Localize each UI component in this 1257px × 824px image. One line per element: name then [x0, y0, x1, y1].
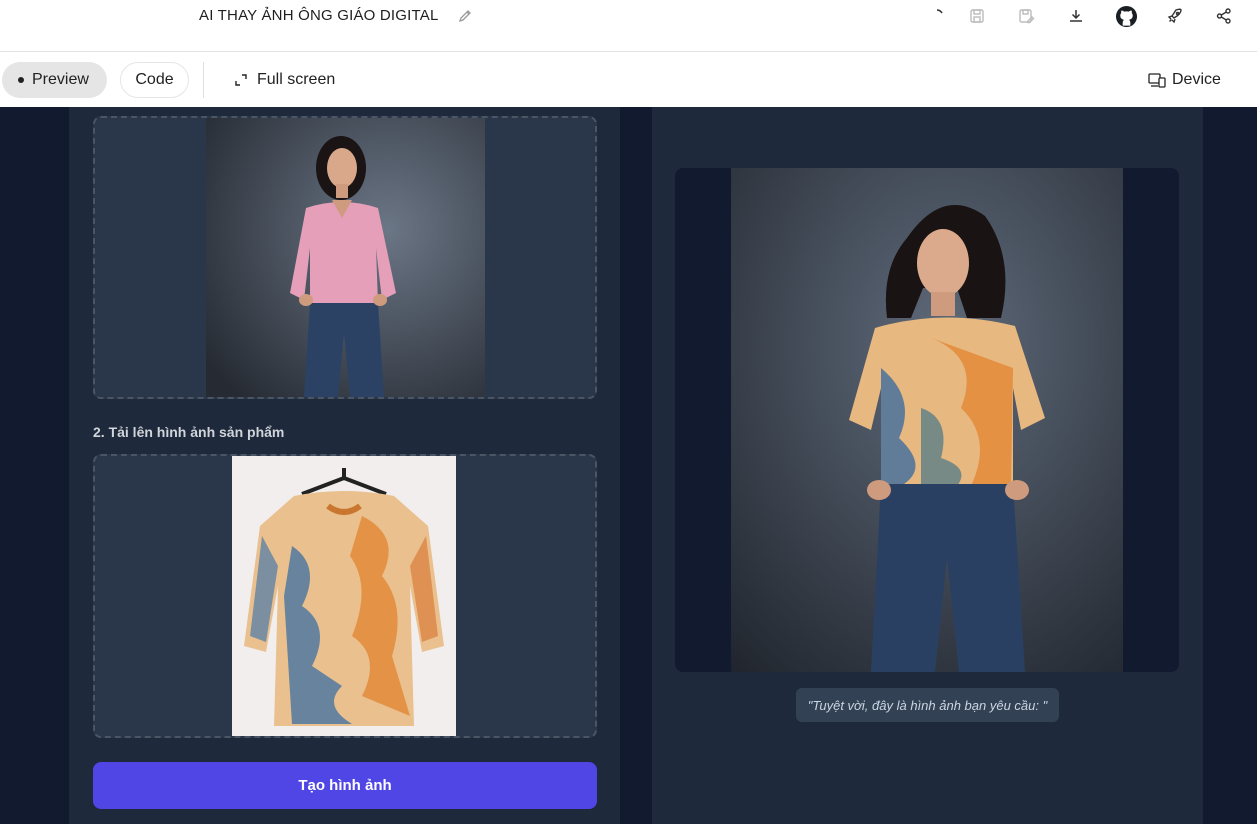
product-section-label: 2. Tải lên hình ảnh sản phẩm — [93, 424, 285, 440]
share-icon[interactable] — [1214, 6, 1234, 26]
tab-preview-label: Preview — [32, 71, 89, 88]
app-canvas: 2. Tải lên hình ảnh sản phẩm Tạo hình ản… — [0, 107, 1257, 824]
save-as-icon[interactable] — [1016, 6, 1036, 26]
product-image-dropzone[interactable] — [93, 454, 597, 738]
save-icon[interactable] — [967, 6, 987, 26]
device-button[interactable]: Device — [1148, 71, 1221, 89]
product-photo — [232, 456, 456, 736]
download-icon[interactable] — [1066, 6, 1086, 26]
edit-icon[interactable] — [457, 8, 473, 24]
device-label: Device — [1172, 71, 1221, 88]
active-dot-icon — [18, 77, 24, 83]
model-image-dropzone[interactable] — [93, 116, 597, 399]
tab-preview[interactable]: Preview — [2, 62, 107, 98]
tab-code-label: Code — [135, 71, 174, 88]
result-caption: "Tuyệt vời, đây là hình ảnh bạn yêu cầu:… — [796, 688, 1059, 722]
toolbar-divider — [203, 62, 204, 98]
result-image-frame — [675, 168, 1179, 672]
app-header: AI THAY ẢNH ÔNG GIÁO DIGITAL — [0, 0, 1257, 52]
upload-panel: 2. Tải lên hình ảnh sản phẩm Tạo hình ản… — [69, 107, 620, 824]
preview-toolbar: Preview Code Full screen Device — [0, 53, 1257, 107]
loading-icon — [927, 6, 947, 26]
fullscreen-label: Full screen — [257, 71, 336, 88]
result-photo[interactable] — [731, 168, 1123, 672]
app-title[interactable]: AI THAY ẢNH ÔNG GIÁO DIGITAL — [199, 7, 439, 24]
github-icon[interactable] — [1114, 4, 1138, 28]
result-panel: "Tuyệt vời, đây là hình ảnh bạn yêu cầu:… — [652, 107, 1203, 824]
model-photo — [206, 118, 485, 397]
tab-code[interactable]: Code — [120, 62, 189, 98]
expand-icon — [235, 74, 247, 86]
device-icon — [1148, 73, 1166, 88]
fullscreen-button[interactable]: Full screen — [234, 71, 335, 89]
generate-image-button[interactable]: Tạo hình ảnh — [93, 762, 597, 809]
deploy-icon[interactable] — [1165, 6, 1185, 26]
